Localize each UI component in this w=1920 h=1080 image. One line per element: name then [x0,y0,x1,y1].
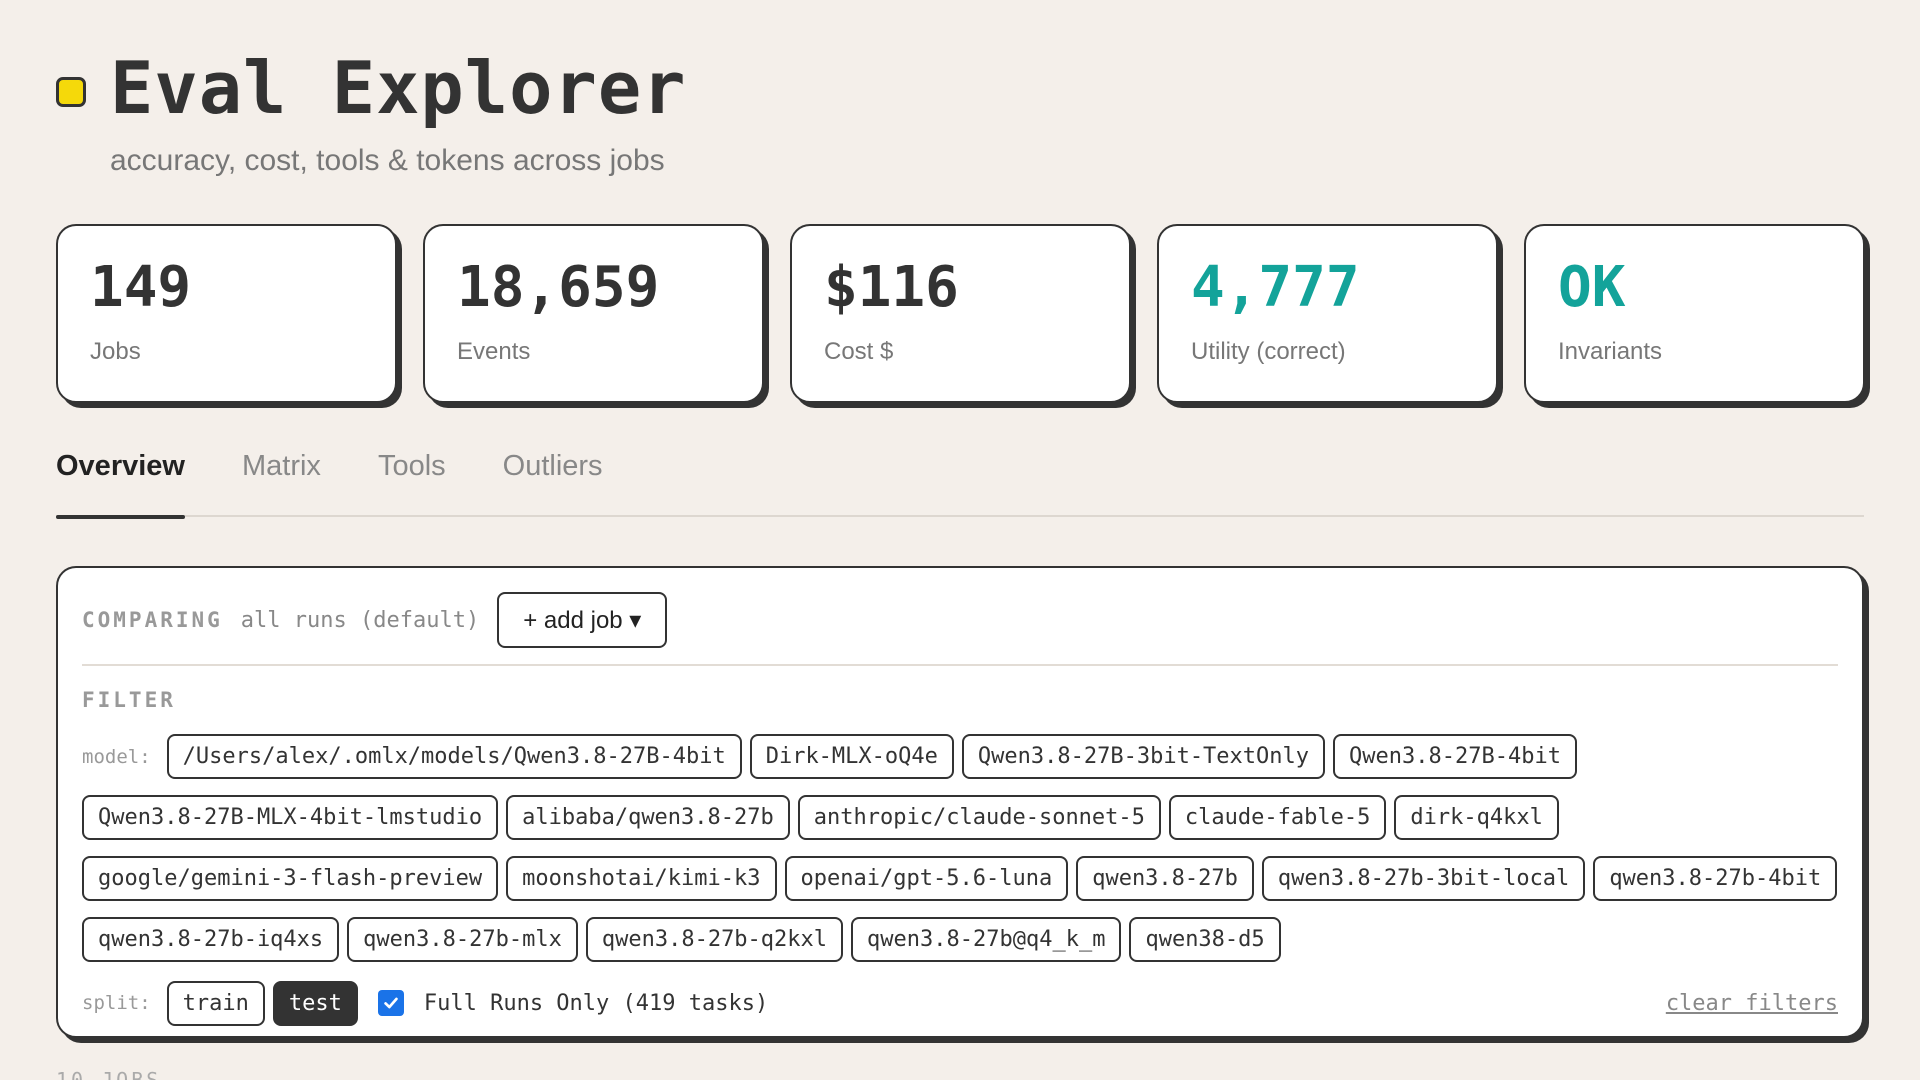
model-chip[interactable]: anthropic/claude-sonnet-5 [797,795,1161,840]
checkmark-icon [384,997,398,1009]
header: Eval Explorer accuracy, cost, tools & to… [56,46,687,178]
filter-panel: COMPARING all runs (default) + add job ▾… [56,566,1864,1038]
comparing-label: COMPARING [82,608,223,632]
full-runs-label: Full Runs Only (419 tasks) [423,990,769,1016]
split-chip-train[interactable]: train [166,980,265,1026]
stat-value: $116 [824,255,959,320]
stat-label: Jobs [90,338,141,365]
model-chip[interactable]: dirk-q4kxl [1394,795,1559,840]
stat-value: 149 [90,255,192,320]
page: Eval Explorer accuracy, cost, tools & to… [0,0,1920,1080]
stat-card-utility: 4,777 Utility (correct) [1157,224,1498,403]
model-row-label: model: [82,745,151,768]
stat-cards: 149 Jobs 18,659 Events $116 Cost $ 4,777… [56,224,1865,403]
model-chip[interactable]: qwen3.8-27b-q2kxl [585,917,844,962]
logo-icon [56,77,86,107]
model-chip[interactable]: Dirk-MLX-oQ4e [749,734,954,779]
model-chip[interactable]: Qwen3.8-27B-MLX-4bit-lmstudio [82,795,499,840]
app-subtitle: accuracy, cost, tools & tokens across jo… [110,144,665,177]
full-runs-checkbox[interactable] [377,990,404,1016]
comparing-value: all runs (default) [240,607,480,633]
model-chip[interactable]: claude-fable-5 [1168,795,1387,840]
split-filter: split: train test Full Runs Only (419 ta… [82,980,1838,1026]
model-chip[interactable]: Qwen3.8-27B-4bit [1333,734,1577,779]
model-chip[interactable]: qwen3.8-27b-iq4xs [82,917,340,962]
add-job-button[interactable]: + add job ▾ [497,592,668,648]
model-chip[interactable]: moonshotai/kimi-k3 [506,856,777,901]
model-chip[interactable]: qwen3.8-27b [1076,856,1254,901]
model-chip[interactable]: qwen3.8-27b-3bit-local [1261,856,1586,901]
stat-label: Invariants [1558,338,1663,365]
logo-row: Eval Explorer [56,46,687,130]
model-chip[interactable]: qwen3.8-27b@q4_k_m [851,917,1122,962]
clear-filters-link[interactable]: clear filters [1666,991,1838,1016]
model-chip[interactable]: qwen3.8-27b-mlx [347,917,578,962]
model-chip[interactable]: Qwen3.8-27B-3bit-TextOnly [961,734,1326,779]
stat-card-invariants: OK Invariants [1524,224,1865,403]
tab-tools[interactable]: Tools [378,450,446,517]
app-title: Eval Explorer [110,46,687,130]
stat-card-cost: $116 Cost $ [790,224,1131,403]
stat-label: Cost $ [824,338,894,365]
model-chip[interactable]: /Users/alex/.omlx/models/Qwen3.8-27B-4bi… [166,734,742,779]
stat-value: 4,777 [1191,255,1360,320]
model-filter: model: /Users/alex/.omlx/models/Qwen3.8-… [82,734,1842,962]
stat-label: Utility (correct) [1191,338,1346,365]
filter-label: FILTER [82,688,176,712]
tab-overview[interactable]: Overview [56,450,185,519]
model-chip[interactable]: qwen3.8-27b-4bit [1593,856,1838,901]
stat-label: Events [457,338,531,365]
model-chip[interactable]: openai/gpt-5.6-luna [784,856,1069,901]
stat-value: 18,659 [457,255,660,320]
tab-outliers[interactable]: Outliers [503,450,603,517]
split-chip-test[interactable]: test [272,980,358,1026]
divider [82,664,1838,666]
stat-card-events: 18,659 Events [423,224,764,403]
jobs-count-label: 10 JOBS [56,1068,162,1080]
tab-matrix[interactable]: Matrix [242,450,321,517]
tab-bar: Overview Matrix Tools Outliers [56,450,1864,519]
model-chip[interactable]: google/gemini-3-flash-preview [82,856,499,901]
comparing-row: COMPARING all runs (default) + add job ▾ [82,592,1838,648]
stat-card-jobs: 149 Jobs [56,224,397,403]
stat-value: OK [1558,255,1626,320]
model-chip[interactable]: alibaba/qwen3.8-27b [506,795,790,840]
model-chip[interactable]: qwen38-d5 [1129,917,1281,962]
split-row-label: split: [82,992,151,1014]
